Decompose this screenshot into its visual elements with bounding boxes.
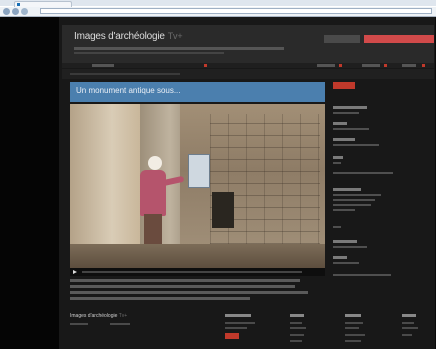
video-description-line: [70, 279, 300, 282]
video-title: Un monument antique sous...: [76, 86, 181, 95]
section-strip: [62, 69, 434, 79]
sidebar-line: [333, 246, 367, 248]
footer-column-heading: [290, 314, 304, 317]
sidebar-heading: [333, 256, 347, 259]
reload-icon[interactable]: [21, 8, 28, 15]
back-icon[interactable]: [3, 8, 10, 15]
footer-link[interactable]: [290, 322, 302, 324]
footer-link[interactable]: [345, 322, 363, 324]
sidebar-line: [333, 128, 369, 130]
sidebar-line: [333, 112, 359, 114]
browser-tabstrip: [0, 0, 436, 7]
nav-item[interactable]: [402, 64, 416, 67]
section-strip-text: [70, 73, 180, 75]
nav-item[interactable]: [92, 64, 114, 67]
video-description-line: [70, 285, 295, 288]
video-frame-ground: [70, 244, 325, 268]
sidebar-line: [333, 194, 381, 196]
footer-link[interactable]: [225, 322, 255, 324]
sidebar-line: [333, 226, 341, 228]
footer-link[interactable]: [402, 327, 418, 329]
search-input[interactable]: [364, 35, 434, 43]
sidebar-line: [333, 144, 379, 146]
nav-dot-icon: [384, 64, 387, 67]
nav-item[interactable]: [362, 64, 380, 67]
footer-line: [70, 323, 88, 325]
sidebar-line: [333, 209, 355, 211]
video-player[interactable]: [70, 104, 325, 268]
footer-link[interactable]: [225, 327, 247, 329]
site-title-text: Images d'archéologie: [74, 31, 165, 42]
forward-icon[interactable]: [12, 8, 19, 15]
sidebar-heading: [333, 156, 343, 159]
sidebar-line: [333, 172, 393, 174]
site-tagline: [74, 47, 284, 50]
video-header: Un monument antique sous...: [70, 82, 325, 102]
footer-column-heading: [402, 314, 416, 317]
sidebar-line: [333, 199, 375, 201]
browser-toolbar: [0, 7, 436, 17]
site-tagline-secondary: [74, 52, 224, 54]
sidebar-heading: [333, 188, 361, 191]
video-frame-person-head: [148, 156, 162, 170]
sidebar-heading: [333, 122, 347, 125]
sidebar-line: [333, 204, 371, 206]
video-frame-window: [212, 192, 234, 228]
video-frame-panel: [188, 154, 210, 188]
footer-line: [110, 323, 130, 325]
video-description-line: [70, 291, 308, 294]
footer-column-heading: [345, 314, 361, 317]
footer-link[interactable]: [402, 322, 414, 324]
subscribe-button[interactable]: [324, 35, 360, 43]
sidebar-line: [333, 162, 341, 164]
favicon-icon: [17, 3, 20, 6]
footer-title-suffix: Tv+: [118, 313, 128, 319]
sidebar-line: [333, 274, 391, 276]
footer-column-heading: [225, 314, 251, 317]
footer-link[interactable]: [402, 334, 412, 336]
footer-link[interactable]: [290, 327, 306, 329]
footer-title-text: Images d'archéologie: [70, 313, 118, 319]
video-frame-person: [140, 170, 166, 216]
footer-link[interactable]: [345, 327, 359, 329]
sidebar-line: [333, 262, 359, 264]
footer-link[interactable]: [345, 334, 365, 336]
footer-badge[interactable]: [225, 333, 239, 339]
address-bar[interactable]: [40, 8, 432, 14]
site-header: Images d'archéologie Tv+: [62, 25, 434, 63]
nav-dot-icon: [422, 64, 425, 67]
video-progress-bar[interactable]: [82, 271, 302, 273]
footer-link[interactable]: [345, 340, 361, 342]
site-title[interactable]: Images d'archéologie Tv+: [74, 31, 183, 42]
video-controls: [70, 268, 325, 276]
nav-dot-icon: [204, 64, 207, 67]
sidebar-heading: [333, 138, 355, 141]
nav-dot-icon: [339, 64, 342, 67]
video-description-line: [70, 297, 250, 300]
page-gutter: [0, 17, 59, 349]
nav-item[interactable]: [317, 64, 335, 67]
main-navigation: [62, 63, 434, 68]
sidebar-heading: [333, 106, 367, 109]
sidebar-heading: [333, 240, 357, 243]
sidebar-badge[interactable]: [333, 82, 355, 89]
video-frame-person-legs: [144, 214, 162, 244]
footer-link[interactable]: [290, 340, 302, 342]
footer-link[interactable]: [290, 334, 304, 336]
site-title-suffix: Tv+: [167, 31, 183, 41]
footer-title: Images d'archéologie Tv+: [70, 313, 127, 319]
play-icon[interactable]: [73, 270, 77, 274]
